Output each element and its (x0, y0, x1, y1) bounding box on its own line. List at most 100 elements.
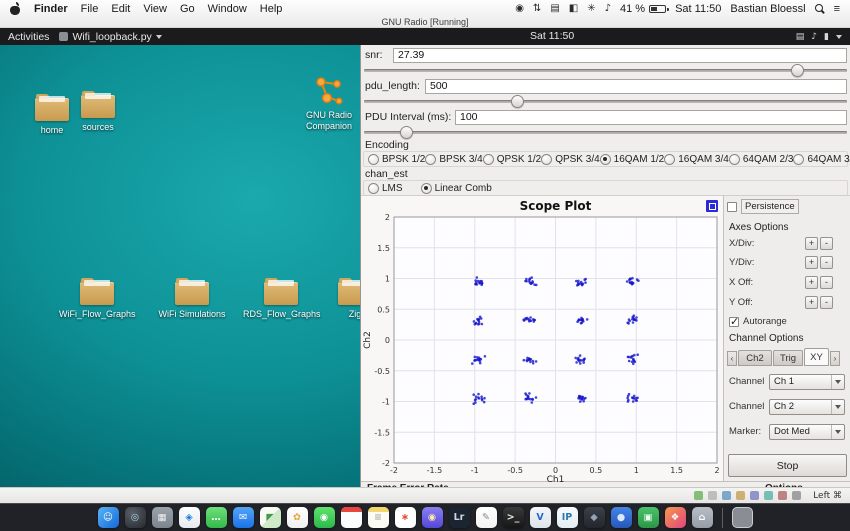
activities-button[interactable]: Activities (8, 31, 49, 43)
app-dark-dock-icon[interactable]: ◆ (584, 507, 605, 528)
tab-xy[interactable]: XY (804, 348, 829, 366)
pdu-length-slider[interactable] (364, 95, 847, 108)
y-div-decrease-button[interactable]: - (820, 256, 833, 269)
slider-handle[interactable] (400, 126, 413, 139)
desktop-icon-gnuradio-companion[interactable]: GNU Radio Companion (291, 74, 367, 132)
desktop-icon-rds-flow-graphs[interactable]: RDS_Flow_Graphs (243, 276, 319, 320)
hdd-status-icon[interactable] (694, 491, 703, 500)
virtualbox-dock-icon[interactable]: V (530, 507, 551, 528)
pdu-interval-input[interactable]: 100 (455, 110, 847, 125)
x-div-increase-button[interactable]: + (805, 237, 818, 250)
app-menu-button[interactable]: Wifi_loopback.py (59, 31, 161, 43)
x-off-decrease-button[interactable]: - (820, 276, 833, 289)
menu-view[interactable]: View (143, 3, 167, 15)
encoding-option-qpsk-1-2[interactable]: QPSK 1/2 (483, 154, 541, 165)
encoding-option-64qam-2-3[interactable]: 64QAM 2/3 (729, 154, 794, 165)
reminders-dock-icon[interactable]: ∗ (395, 507, 416, 528)
apple-menu-icon[interactable] (10, 3, 21, 15)
marker-dropdown[interactable]: Dot Med (769, 424, 845, 440)
x-div-decrease-button[interactable]: - (820, 237, 833, 250)
terminal-dock-icon[interactable]: >_ (503, 507, 524, 528)
menu-edit[interactable]: Edit (111, 3, 130, 15)
accessibility-icon[interactable]: ◉ (515, 3, 524, 14)
mail-dock-icon[interactable]: ✉ (233, 507, 254, 528)
slider-handle[interactable] (791, 64, 804, 77)
encoding-option-bpsk-1-2[interactable]: BPSK 1/2 (368, 154, 425, 165)
tabs-scroll-right-button[interactable]: › (830, 351, 840, 366)
facetime-dock-icon[interactable]: ◉ (314, 507, 335, 528)
encoding-option-qpsk-3-4[interactable]: QPSK 3/4 (541, 154, 599, 165)
tab-trig[interactable]: Trig (773, 350, 803, 366)
menu-file[interactable]: File (81, 3, 99, 15)
textedit-dock-icon[interactable]: ✎ (476, 507, 497, 528)
gnome-system-tray[interactable]: ▤ ♪ ▮ (796, 31, 842, 42)
tabs-scroll-left-button[interactable]: ‹ (727, 351, 737, 366)
keyboard-icon[interactable]: ◧ (569, 3, 578, 14)
photos-dock-icon[interactable]: ✿ (287, 507, 308, 528)
volume-icon[interactable]: ♪ (605, 3, 611, 14)
gnome-clock[interactable]: Sat 11:50 (530, 28, 574, 45)
menubar-clock[interactable]: Sat 11:50 (675, 3, 721, 15)
channel1-dropdown[interactable]: Ch 1 (769, 374, 845, 390)
spotlight-search-icon[interactable] (815, 3, 825, 14)
display-icon[interactable]: ▤ (550, 3, 559, 14)
persistence-control[interactable]: Persistence (727, 199, 799, 214)
usb-status-icon[interactable] (736, 491, 745, 500)
menubar-status-icons[interactable]: ◉ ⇅ ▤ ◧ ✳ ♪ (515, 3, 611, 14)
bluetooth-icon[interactable]: ✳ (587, 3, 595, 14)
menu-finder[interactable]: Finder (34, 3, 68, 15)
y-off-increase-button[interactable]: + (805, 296, 818, 309)
persistence-checkbox[interactable] (727, 202, 737, 212)
safari-dock-icon[interactable]: ◈ (179, 507, 200, 528)
finder-dock-icon[interactable]: ☺ (98, 507, 119, 528)
sync-icon[interactable]: ⇅ (533, 3, 541, 14)
lightroom-dock-icon[interactable]: Lr (449, 507, 470, 528)
app-gray-dock-icon[interactable]: ⌂ (692, 507, 713, 528)
autorange-checkbox[interactable] (729, 317, 739, 327)
tab-ch2[interactable]: Ch2 (738, 350, 772, 366)
photo-booth-dock-icon[interactable]: ◉ (422, 507, 443, 528)
notification-center-icon[interactable]: ≡ (834, 3, 840, 15)
mouse-status-icon[interactable] (792, 491, 801, 500)
autorange-control[interactable]: Autorange (729, 315, 787, 328)
y-off-decrease-button[interactable]: - (820, 296, 833, 309)
snr-slider[interactable] (364, 64, 847, 77)
notes-dock-icon[interactable]: ≡ (368, 507, 389, 528)
snr-input[interactable]: 27.39 (393, 48, 847, 63)
maps-dock-icon[interactable]: ◤ (260, 507, 281, 528)
y-div-increase-button[interactable]: + (805, 256, 818, 269)
pdu-length-input[interactable]: 500 (425, 79, 847, 94)
desktop-icon-wifi-flow-graphs[interactable]: WiFi_Flow_Graphs (59, 276, 135, 320)
desktop-icon-wifi-simulations[interactable]: WiFi Simulations (154, 276, 230, 320)
display-status-icon[interactable] (764, 491, 773, 500)
channel2-dropdown[interactable]: Ch 2 (769, 399, 845, 415)
encoding-option-bpsk-3-4[interactable]: BPSK 3/4 (425, 154, 482, 165)
menu-go[interactable]: Go (180, 3, 195, 15)
slider-handle[interactable] (511, 95, 524, 108)
encoding-option-16qam-3-4[interactable]: 16QAM 3/4 (664, 154, 729, 165)
trash-dock-icon[interactable] (732, 507, 753, 528)
battery-status[interactable]: 41 % (620, 3, 666, 15)
launchpad-dock-icon[interactable]: ▦ (152, 507, 173, 528)
desktop-icon-sources[interactable]: sources (60, 89, 136, 133)
cd-status-icon[interactable] (708, 491, 717, 500)
app-green-dock-icon[interactable]: ▣ (638, 507, 659, 528)
network-status-icon[interactable] (722, 491, 731, 500)
app-blue-dock-icon[interactable]: ● (611, 507, 632, 528)
recording-status-icon[interactable] (778, 491, 787, 500)
menu-window[interactable]: Window (208, 3, 247, 15)
x-off-increase-button[interactable]: + (805, 276, 818, 289)
encoding-option-16qam-1-2[interactable]: 16QAM 1/2 (600, 154, 665, 165)
pdu-interval-slider[interactable] (364, 126, 847, 139)
stop-button[interactable]: Stop (728, 454, 847, 477)
chan-est-option-linear-comb[interactable]: Linear Comb (421, 183, 492, 194)
calendar-dock-icon[interactable] (341, 507, 362, 528)
chan-est-option-lms[interactable]: LMS (368, 183, 403, 194)
shared-folder-status-icon[interactable] (750, 491, 759, 500)
ip-scanner-dock-icon[interactable]: IP (557, 507, 578, 528)
messages-dock-icon[interactable]: … (206, 507, 227, 528)
siri-dock-icon[interactable]: ◎ (125, 507, 146, 528)
app-multi-dock-icon[interactable]: ❖ (665, 507, 686, 528)
encoding-option-64qam-3-4[interactable]: 64QAM 3/4 (793, 154, 850, 165)
popout-icon[interactable] (706, 200, 718, 212)
